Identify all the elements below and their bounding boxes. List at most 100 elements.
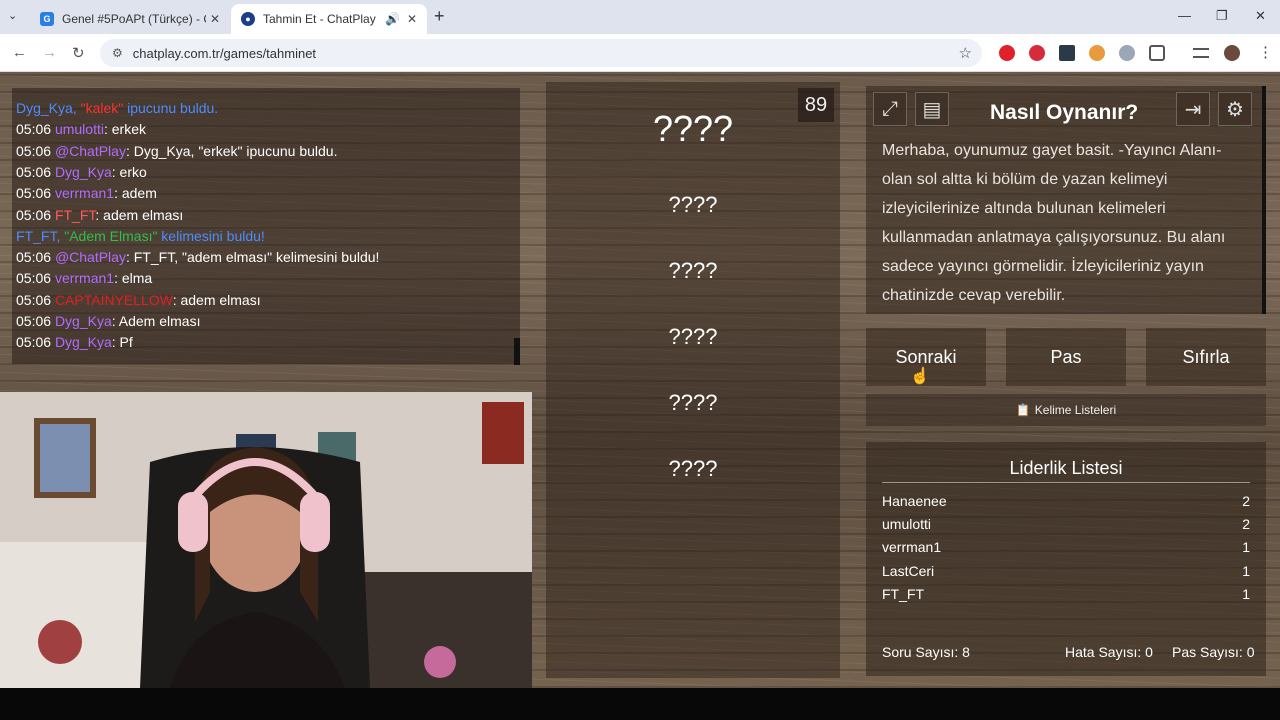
url-text[interactable]: chatplay.com.tr/games/tahminet: [133, 46, 316, 61]
puzzle-extensions-icon[interactable]: [1149, 45, 1165, 61]
chat-username: Dyg_Kya,: [16, 100, 77, 116]
chat-text: : FT_FT, "adem elması" kelimesini buldu!: [125, 249, 380, 266]
clipboard-icon: 📋: [1015, 403, 1031, 417]
leaderboard-row: LastCeri 1: [882, 563, 1250, 579]
profile-avatar[interactable]: [1224, 45, 1240, 61]
forward-icon[interactable]: →: [42, 44, 57, 61]
chat-text: : adem elması: [95, 206, 184, 223]
chat-time: 05:06: [16, 206, 52, 223]
chat-time: 05:06: [16, 142, 52, 159]
webcam-image: [0, 392, 532, 688]
forbidden-word: ????: [668, 324, 718, 349]
game-page: Dyg_Kya, "kalek" ipucunu buldu. 05:06 umu…: [0, 72, 1280, 688]
player-name: verrman1: [882, 539, 942, 556]
site-info-icon[interactable]: ⚙: [112, 46, 123, 60]
chat-text: "kalek" ipucunu buldu.: [80, 100, 219, 116]
extension-icon[interactable]: [1029, 45, 1045, 61]
chat-text: : erko: [111, 163, 147, 180]
exit-icon[interactable]: ⇥: [1176, 92, 1210, 126]
player-name: Hanaenee: [882, 493, 947, 509]
chat-scrollbar[interactable]: [514, 338, 520, 365]
tab-chatplay[interactable]: ● Tahmin Et - ChatPlay 🔊 ✕: [231, 4, 427, 34]
webcam-feed: [0, 392, 532, 688]
how-to-scrollbar[interactable]: [1262, 86, 1266, 314]
chat-message: 05:06 FT_FT: adem elması: [16, 207, 183, 223]
leaderboard-row: Hanaenee 2: [882, 493, 1250, 509]
forbidden-word: ????: [668, 258, 718, 283]
close-window-icon[interactable]: ✕: [1255, 8, 1266, 24]
chat-username: FT_FT: [54, 206, 96, 223]
chat-username: Dyg_Kya: [54, 313, 112, 329]
bookmark-star-icon[interactable]: ☆: [959, 44, 972, 62]
chat-username: @ChatPlay: [54, 249, 126, 266]
chat-username: Dyg_Kya: [54, 163, 112, 180]
tab-title: Genel #5PoAPt (Türkçe) - Gartic: [62, 12, 206, 26]
back-icon[interactable]: ←: [12, 44, 27, 61]
word-lists-button[interactable]: 📋 Kelime Listeleri: [866, 394, 1266, 426]
document-icon[interactable]: ▤: [915, 92, 949, 126]
player-score: 2: [1242, 516, 1250, 533]
close-tab-icon[interactable]: ✕: [403, 12, 421, 26]
speaker-icon[interactable]: 🔊: [385, 12, 400, 26]
question-count: Soru Sayısı: 8: [882, 644, 970, 660]
chat-username: verrman1: [54, 270, 115, 287]
fullscreen-icon[interactable]: ⤢: [873, 92, 907, 126]
tab-gartic[interactable]: G Genel #5PoAPt (Türkçe) - Gartic ✕: [30, 4, 230, 34]
forbidden-word: ????: [668, 192, 718, 217]
player-score: 1: [1242, 562, 1250, 579]
reset-button[interactable]: Sıfırla: [1146, 328, 1266, 386]
chat-text: "Adem Elması" kelimesini buldu!: [64, 227, 265, 244]
chat-highlight: "Adem Elması": [64, 227, 158, 244]
chat-text: : adem elması: [172, 291, 261, 308]
pass-button[interactable]: Pas: [1006, 328, 1126, 386]
opera-extension-icon[interactable]: [999, 45, 1015, 61]
chat-highlight: "kalek": [80, 100, 124, 116]
chat-time: 05:06: [16, 270, 52, 287]
target-word: ????: [652, 108, 734, 149]
chat-message: 05:06 verrman1: elma: [16, 270, 152, 286]
chat-message: 05:06 CAPTAINYELLOW: adem elması: [16, 292, 261, 308]
chat-username: umulotti: [54, 121, 104, 138]
chat-username: Dyg_Kya: [54, 334, 112, 351]
menu-kebab-icon[interactable]: ⋮: [1258, 43, 1273, 61]
how-to-play-title: Nasıl Oynanır?: [990, 101, 1139, 124]
chat-text: : erkek: [103, 121, 146, 138]
chat-message: Dyg_Kya, "kalek" ipucunu buldu.: [16, 100, 218, 116]
close-tab-icon[interactable]: ✕: [206, 12, 224, 26]
chat-text: : Pf: [111, 334, 133, 351]
tab-search-chevron-icon[interactable]: ⌄: [8, 9, 17, 22]
chat-message: FT_FT, "Adem Elması" kelimesini buldu!: [16, 228, 265, 244]
chat-time: 05:06: [16, 334, 52, 351]
chat-text: : Adem elması: [111, 313, 201, 329]
taskbar-strip: [0, 688, 1280, 720]
chat-message: 05:06 umulotti: erkek: [16, 121, 146, 137]
chat-message: 05:06 @ChatPlay: FT_FT, "adem elması" ke…: [16, 249, 379, 265]
extension-icon[interactable]: [1089, 45, 1105, 61]
restore-icon[interactable]: ❐: [1216, 8, 1228, 24]
gartic-favicon-icon: G: [40, 12, 54, 26]
chat-username: CAPTAINYELLOW: [54, 291, 173, 308]
player-name: LastCeri: [882, 562, 935, 579]
new-tab-icon[interactable]: +: [434, 6, 445, 27]
error-count: Hata Sayısı: 0: [1065, 644, 1153, 660]
address-bar[interactable]: ⚙ chatplay.com.tr/games/tahminet ☆: [100, 39, 982, 67]
chat-time: 05:06: [16, 163, 52, 180]
media-control-icon[interactable]: [1193, 48, 1209, 58]
chat-message: 05:06 verrman1: adem: [16, 185, 157, 201]
forbidden-word: ????: [668, 456, 718, 481]
chat-time: 05:06: [16, 121, 52, 138]
player-score: 1: [1242, 585, 1250, 602]
chat-time: 05:06: [16, 185, 52, 202]
shield-extension-icon[interactable]: [1119, 45, 1135, 61]
chat-time: 05:06: [16, 291, 52, 308]
chat-time: 05:06: [16, 249, 52, 266]
tab-title: Tahmin Et - ChatPlay: [263, 12, 376, 26]
gear-icon[interactable]: ⚙: [1218, 92, 1252, 126]
leaderboard-row: verrman1 1: [882, 539, 1250, 555]
minimize-icon[interactable]: —: [1178, 8, 1191, 23]
chat-time: 05:06: [16, 313, 52, 329]
player-score: 2: [1242, 493, 1250, 509]
word-lists-label: Kelime Listeleri: [1034, 403, 1117, 417]
reload-icon[interactable]: ↻: [72, 44, 85, 62]
extension-icon[interactable]: [1059, 45, 1075, 61]
